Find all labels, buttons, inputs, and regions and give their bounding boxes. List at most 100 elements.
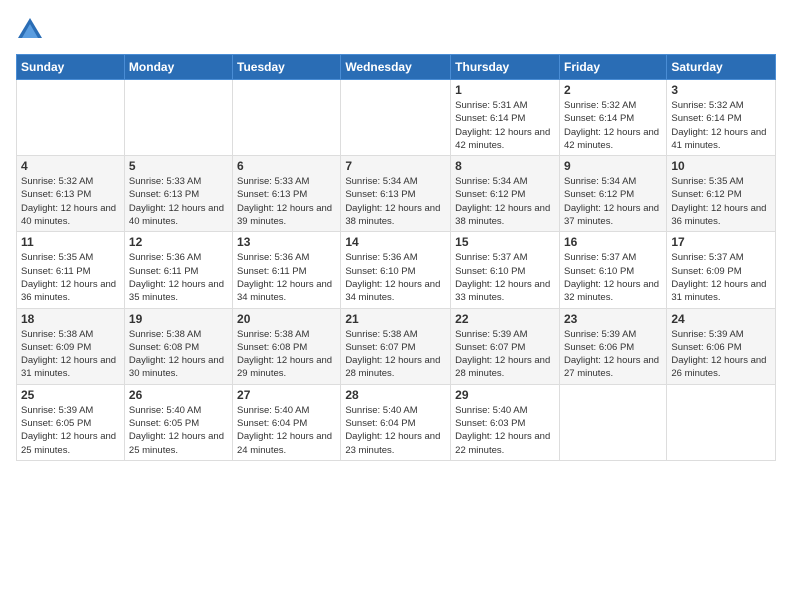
day-number: 9 — [564, 159, 662, 173]
calendar-week-row: 11 Sunrise: 5:35 AM Sunset: 6:11 PM Dayli… — [17, 232, 776, 308]
day-number: 10 — [671, 159, 771, 173]
day-info: Sunrise: 5:31 AM Sunset: 6:14 PM Dayligh… — [455, 99, 555, 152]
day-number: 20 — [237, 312, 336, 326]
day-number: 11 — [21, 235, 120, 249]
calendar-cell — [667, 384, 776, 460]
calendar-cell: 11 Sunrise: 5:35 AM Sunset: 6:11 PM Dayli… — [17, 232, 125, 308]
day-info: Sunrise: 5:39 AM Sunset: 6:06 PM Dayligh… — [671, 328, 771, 381]
day-info: Sunrise: 5:34 AM Sunset: 6:12 PM Dayligh… — [564, 175, 662, 228]
day-info: Sunrise: 5:40 AM Sunset: 6:05 PM Dayligh… — [129, 404, 228, 457]
day-info: Sunrise: 5:32 AM Sunset: 6:14 PM Dayligh… — [671, 99, 771, 152]
day-info: Sunrise: 5:36 AM Sunset: 6:10 PM Dayligh… — [345, 251, 446, 304]
calendar-cell: 12 Sunrise: 5:36 AM Sunset: 6:11 PM Dayli… — [124, 232, 232, 308]
day-info: Sunrise: 5:34 AM Sunset: 6:13 PM Dayligh… — [345, 175, 446, 228]
day-number: 4 — [21, 159, 120, 173]
weekday-header: Sunday — [17, 55, 125, 80]
calendar-cell — [559, 384, 666, 460]
day-number: 21 — [345, 312, 446, 326]
weekday-header: Friday — [559, 55, 666, 80]
day-info: Sunrise: 5:36 AM Sunset: 6:11 PM Dayligh… — [129, 251, 228, 304]
day-info: Sunrise: 5:37 AM Sunset: 6:09 PM Dayligh… — [671, 251, 771, 304]
calendar-cell: 20 Sunrise: 5:38 AM Sunset: 6:08 PM Dayli… — [233, 308, 341, 384]
day-number: 5 — [129, 159, 228, 173]
calendar-week-row: 18Sunrise: 5:38 AM Sunset: 6:09 PM Dayli… — [17, 308, 776, 384]
calendar-cell: 29Sunrise: 5:40 AM Sunset: 6:03 PM Dayli… — [451, 384, 560, 460]
calendar-week-row: 25 Sunrise: 5:39 AM Sunset: 6:05 PM Dayli… — [17, 384, 776, 460]
calendar-cell: 7 Sunrise: 5:34 AM Sunset: 6:13 PM Daylig… — [341, 156, 451, 232]
calendar-cell: 25 Sunrise: 5:39 AM Sunset: 6:05 PM Dayli… — [17, 384, 125, 460]
day-info: Sunrise: 5:40 AM Sunset: 6:04 PM Dayligh… — [237, 404, 336, 457]
calendar-cell: 17 Sunrise: 5:37 AM Sunset: 6:09 PM Dayli… — [667, 232, 776, 308]
day-number: 27 — [237, 388, 336, 402]
day-info: Sunrise: 5:39 AM Sunset: 6:05 PM Dayligh… — [21, 404, 120, 457]
day-number: 24 — [671, 312, 771, 326]
page-header — [16, 16, 776, 44]
day-number: 14 — [345, 235, 446, 249]
calendar: SundayMondayTuesdayWednesdayThursdayFrid… — [16, 54, 776, 461]
day-number: 2 — [564, 83, 662, 97]
calendar-cell — [124, 80, 232, 156]
day-info: Sunrise: 5:33 AM Sunset: 6:13 PM Dayligh… — [237, 175, 336, 228]
calendar-cell: 3 Sunrise: 5:32 AM Sunset: 6:14 PM Daylig… — [667, 80, 776, 156]
calendar-week-row: 4 Sunrise: 5:32 AM Sunset: 6:13 PM Daylig… — [17, 156, 776, 232]
calendar-cell: 27 Sunrise: 5:40 AM Sunset: 6:04 PM Dayli… — [233, 384, 341, 460]
day-number: 7 — [345, 159, 446, 173]
day-info: Sunrise: 5:38 AM Sunset: 6:07 PM Dayligh… — [345, 328, 446, 381]
calendar-cell: 1 Sunrise: 5:31 AM Sunset: 6:14 PM Daylig… — [451, 80, 560, 156]
calendar-cell: 4 Sunrise: 5:32 AM Sunset: 6:13 PM Daylig… — [17, 156, 125, 232]
day-number: 1 — [455, 83, 555, 97]
calendar-cell: 9 Sunrise: 5:34 AM Sunset: 6:12 PM Daylig… — [559, 156, 666, 232]
day-number: 28 — [345, 388, 446, 402]
day-number: 3 — [671, 83, 771, 97]
calendar-cell — [233, 80, 341, 156]
day-number: 12 — [129, 235, 228, 249]
day-number: 15 — [455, 235, 555, 249]
calendar-cell: 14 Sunrise: 5:36 AM Sunset: 6:10 PM Dayli… — [341, 232, 451, 308]
calendar-cell: 8 Sunrise: 5:34 AM Sunset: 6:12 PM Daylig… — [451, 156, 560, 232]
day-number: 6 — [237, 159, 336, 173]
day-info: Sunrise: 5:38 AM Sunset: 6:08 PM Dayligh… — [129, 328, 228, 381]
calendar-header-row: SundayMondayTuesdayWednesdayThursdayFrid… — [17, 55, 776, 80]
calendar-cell: 2Sunrise: 5:32 AM Sunset: 6:14 PM Daylig… — [559, 80, 666, 156]
day-info: Sunrise: 5:34 AM Sunset: 6:12 PM Dayligh… — [455, 175, 555, 228]
day-info: Sunrise: 5:35 AM Sunset: 6:11 PM Dayligh… — [21, 251, 120, 304]
day-number: 26 — [129, 388, 228, 402]
calendar-cell — [341, 80, 451, 156]
calendar-cell: 22 Sunrise: 5:39 AM Sunset: 6:07 PM Dayli… — [451, 308, 560, 384]
day-number: 16 — [564, 235, 662, 249]
day-info: Sunrise: 5:39 AM Sunset: 6:07 PM Dayligh… — [455, 328, 555, 381]
calendar-cell: 19Sunrise: 5:38 AM Sunset: 6:08 PM Dayli… — [124, 308, 232, 384]
calendar-cell: 6 Sunrise: 5:33 AM Sunset: 6:13 PM Daylig… — [233, 156, 341, 232]
day-number: 25 — [21, 388, 120, 402]
day-info: Sunrise: 5:40 AM Sunset: 6:03 PM Dayligh… — [455, 404, 555, 457]
calendar-week-row: 1 Sunrise: 5:31 AM Sunset: 6:14 PM Daylig… — [17, 80, 776, 156]
day-number: 22 — [455, 312, 555, 326]
day-info: Sunrise: 5:32 AM Sunset: 6:13 PM Dayligh… — [21, 175, 120, 228]
day-info: Sunrise: 5:40 AM Sunset: 6:04 PM Dayligh… — [345, 404, 446, 457]
logo — [16, 16, 48, 44]
weekday-header: Thursday — [451, 55, 560, 80]
weekday-header: Saturday — [667, 55, 776, 80]
weekday-header: Wednesday — [341, 55, 451, 80]
day-info: Sunrise: 5:35 AM Sunset: 6:12 PM Dayligh… — [671, 175, 771, 228]
logo-icon — [16, 16, 44, 44]
calendar-cell: 10 Sunrise: 5:35 AM Sunset: 6:12 PM Dayli… — [667, 156, 776, 232]
calendar-cell: 5 Sunrise: 5:33 AM Sunset: 6:13 PM Daylig… — [124, 156, 232, 232]
day-number: 17 — [671, 235, 771, 249]
calendar-cell — [17, 80, 125, 156]
calendar-cell: 24 Sunrise: 5:39 AM Sunset: 6:06 PM Dayli… — [667, 308, 776, 384]
calendar-cell: 18Sunrise: 5:38 AM Sunset: 6:09 PM Dayli… — [17, 308, 125, 384]
calendar-cell: 21 Sunrise: 5:38 AM Sunset: 6:07 PM Dayli… — [341, 308, 451, 384]
day-info: Sunrise: 5:37 AM Sunset: 6:10 PM Dayligh… — [455, 251, 555, 304]
day-info: Sunrise: 5:39 AM Sunset: 6:06 PM Dayligh… — [564, 328, 662, 381]
day-number: 13 — [237, 235, 336, 249]
day-info: Sunrise: 5:33 AM Sunset: 6:13 PM Dayligh… — [129, 175, 228, 228]
calendar-cell: 16 Sunrise: 5:37 AM Sunset: 6:10 PM Dayli… — [559, 232, 666, 308]
day-number: 23 — [564, 312, 662, 326]
day-info: Sunrise: 5:38 AM Sunset: 6:08 PM Dayligh… — [237, 328, 336, 381]
calendar-cell: 26 Sunrise: 5:40 AM Sunset: 6:05 PM Dayli… — [124, 384, 232, 460]
day-number: 8 — [455, 159, 555, 173]
day-info: Sunrise: 5:38 AM Sunset: 6:09 PM Dayligh… — [21, 328, 120, 381]
calendar-cell: 15 Sunrise: 5:37 AM Sunset: 6:10 PM Dayli… — [451, 232, 560, 308]
day-info: Sunrise: 5:37 AM Sunset: 6:10 PM Dayligh… — [564, 251, 662, 304]
